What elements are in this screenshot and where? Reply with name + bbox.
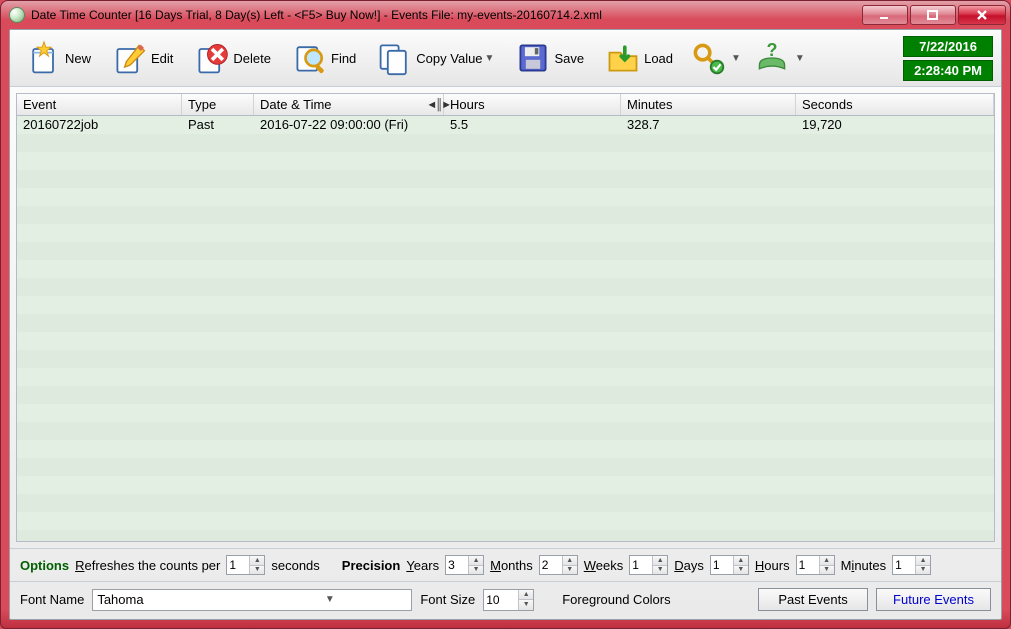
copy-value-button[interactable]: Copy Value ▼ (367, 34, 503, 82)
save-icon (514, 39, 552, 77)
refresh-spinner[interactable]: ▲▼ (226, 555, 265, 575)
edit-label: Edit (151, 51, 173, 66)
client-area: New Edit Delete Find (9, 29, 1002, 620)
font-size-spinner[interactable]: ▲▼ (483, 589, 534, 611)
load-label: Load (644, 51, 673, 66)
dropdown-arrow-icon: ▼ (485, 53, 495, 64)
load-button[interactable]: Load (595, 34, 682, 82)
cell-event: 20160722job (17, 116, 182, 134)
save-button[interactable]: Save (505, 34, 593, 82)
dropdown-arrow-icon: ▼ (731, 53, 741, 64)
options-header: Options (20, 558, 69, 573)
svg-text:?: ? (766, 40, 777, 60)
refresh-input[interactable] (227, 556, 249, 574)
font-size-input[interactable] (484, 590, 518, 610)
clock-box: 7/22/2016 2:28:40 PM (903, 36, 993, 81)
refresh-label: Refreshes the counts per (75, 558, 220, 573)
minimize-button[interactable] (862, 5, 908, 25)
years-label: Years (406, 558, 439, 573)
titlebar[interactable]: Date Time Counter [16 Days Trial, 8 Day(… (1, 1, 1010, 29)
cell-seconds: 19,720 (796, 116, 994, 134)
spin-down-icon[interactable]: ▼ (250, 566, 264, 575)
hours-spinner[interactable]: ▲▼ (796, 555, 835, 575)
window-frame: Date Time Counter [16 Days Trial, 8 Day(… (0, 0, 1011, 629)
col-type[interactable]: Type (182, 94, 254, 115)
new-label: New (65, 51, 91, 66)
dropdown-arrow-icon: ▼ (795, 53, 805, 64)
load-icon (604, 39, 642, 77)
find-icon (291, 39, 329, 77)
precision-header: Precision (342, 558, 401, 573)
grid-body[interactable]: 20160722job Past 2016-07-22 09:00:00 (Fr… (17, 116, 994, 541)
help-button[interactable]: ? ▼ (748, 34, 810, 82)
delete-label: Delete (233, 51, 271, 66)
fg-colors-label: Foreground Colors (562, 592, 670, 607)
col-minutes[interactable]: Minutes (621, 94, 796, 115)
grid-header[interactable]: Event Type Date & Time ◄║► Hours Minutes… (17, 94, 994, 116)
new-icon (25, 39, 63, 77)
new-button[interactable]: New (16, 34, 100, 82)
minutes-spinner[interactable]: ▲▼ (892, 555, 931, 575)
weeks-spinner[interactable]: ▲▼ (629, 555, 668, 575)
edit-icon (111, 39, 149, 77)
col-hours[interactable]: Hours (444, 94, 621, 115)
col-datetime[interactable]: Date & Time ◄║► (254, 94, 444, 115)
col-seconds[interactable]: Seconds (796, 94, 994, 115)
window-title: Date Time Counter [16 Days Trial, 8 Day(… (31, 8, 862, 22)
toolbar: New Edit Delete Find (10, 30, 1001, 87)
months-label: Months (490, 558, 533, 573)
help-icon: ? (753, 39, 791, 77)
font-name-value: Tahoma (97, 592, 252, 607)
weeks-label: Weeks (584, 558, 624, 573)
months-spinner[interactable]: ▲▼ (539, 555, 578, 575)
app-icon (9, 7, 25, 23)
cell-datetime: 2016-07-22 09:00:00 (Fri) (254, 116, 444, 134)
key-button[interactable]: ▼ (684, 34, 746, 82)
events-grid[interactable]: Event Type Date & Time ◄║► Hours Minutes… (16, 93, 995, 542)
font-size-label: Font Size (420, 592, 475, 607)
clock-date: 7/22/2016 (903, 36, 993, 57)
edit-button[interactable]: Edit (102, 34, 182, 82)
dropdown-arrow-icon: ▼ (252, 594, 407, 605)
years-spinner[interactable]: ▲▼ (445, 555, 484, 575)
past-events-button[interactable]: Past Events (758, 588, 868, 611)
spin-up-icon[interactable]: ▲ (250, 556, 264, 566)
cell-hours: 5.5 (444, 116, 621, 134)
days-label: Days (674, 558, 704, 573)
future-events-button[interactable]: Future Events (876, 588, 991, 611)
maximize-button[interactable] (910, 5, 956, 25)
key-icon (689, 39, 727, 77)
delete-button[interactable]: Delete (184, 34, 280, 82)
cell-type: Past (182, 116, 254, 134)
clock-time: 2:28:40 PM (903, 60, 993, 81)
font-name-combo[interactable]: Tahoma ▼ (92, 589, 412, 611)
table-row[interactable]: 20160722job Past 2016-07-22 09:00:00 (Fr… (17, 116, 994, 134)
days-spinner[interactable]: ▲▼ (710, 555, 749, 575)
find-label: Find (331, 51, 356, 66)
find-button[interactable]: Find (282, 34, 365, 82)
minutes-label: Minutes (841, 558, 887, 573)
close-button[interactable] (958, 5, 1006, 25)
copy-label: Copy Value (416, 51, 482, 66)
font-name-label: Font Name (20, 592, 84, 607)
refresh-unit: seconds (271, 558, 319, 573)
cell-minutes: 328.7 (621, 116, 796, 134)
hours-label: Hours (755, 558, 790, 573)
copy-icon (376, 39, 414, 77)
col-event[interactable]: Event (17, 94, 182, 115)
bottom-bar: Font Name Tahoma ▼ Font Size ▲▼ Foregrou… (10, 581, 1001, 619)
options-bar: Options Refreshes the counts per ▲▼ seco… (10, 548, 1001, 581)
delete-icon (193, 39, 231, 77)
save-label: Save (554, 51, 584, 66)
